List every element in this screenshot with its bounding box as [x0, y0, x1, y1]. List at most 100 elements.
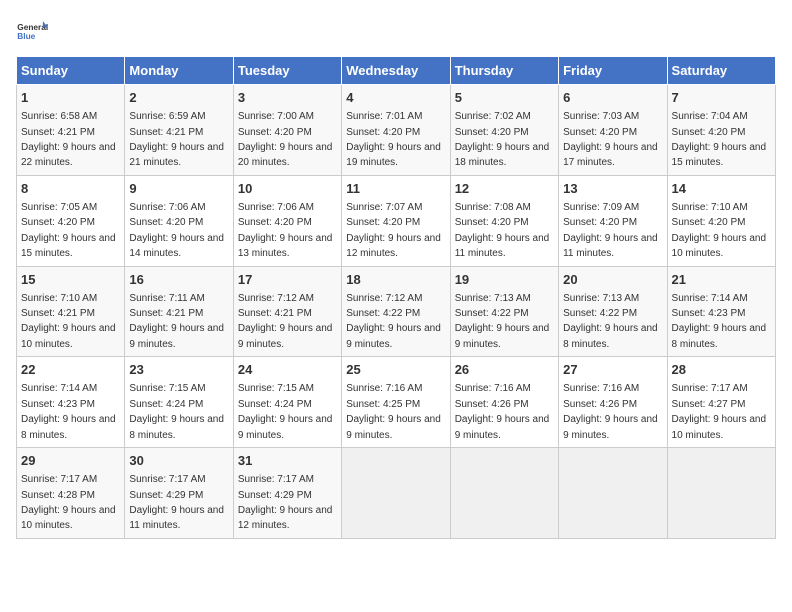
day-number: 30 — [129, 452, 228, 470]
logo-icon: General Blue — [16, 16, 48, 48]
week-row-1: 1 Sunrise: 6:58 AMSunset: 4:21 PMDayligh… — [17, 85, 776, 176]
day-info: Sunrise: 7:16 AMSunset: 4:25 PMDaylight:… — [346, 383, 441, 440]
day-info: Sunrise: 7:09 AMSunset: 4:20 PMDaylight:… — [563, 202, 658, 259]
day-number: 15 — [21, 271, 120, 289]
day-info: Sunrise: 7:10 AMSunset: 4:21 PMDaylight:… — [21, 293, 116, 350]
day-cell: 30 Sunrise: 7:17 AMSunset: 4:29 PMDaylig… — [125, 448, 233, 539]
day-info: Sunrise: 7:06 AMSunset: 4:20 PMDaylight:… — [129, 202, 224, 259]
day-info: Sunrise: 7:17 AMSunset: 4:28 PMDaylight:… — [21, 474, 116, 531]
day-cell: 9 Sunrise: 7:06 AMSunset: 4:20 PMDayligh… — [125, 175, 233, 266]
day-cell: 19 Sunrise: 7:13 AMSunset: 4:22 PMDaylig… — [450, 266, 558, 357]
day-cell: 13 Sunrise: 7:09 AMSunset: 4:20 PMDaylig… — [559, 175, 667, 266]
day-cell: 31 Sunrise: 7:17 AMSunset: 4:29 PMDaylig… — [233, 448, 341, 539]
day-info: Sunrise: 7:11 AMSunset: 4:21 PMDaylight:… — [129, 293, 224, 350]
day-number: 5 — [455, 89, 554, 107]
day-number: 1 — [21, 89, 120, 107]
day-header-sunday: Sunday — [17, 57, 125, 85]
day-info: Sunrise: 7:13 AMSunset: 4:22 PMDaylight:… — [455, 293, 550, 350]
day-number: 27 — [563, 361, 662, 379]
day-cell: 11 Sunrise: 7:07 AMSunset: 4:20 PMDaylig… — [342, 175, 450, 266]
day-number: 2 — [129, 89, 228, 107]
day-cell: 1 Sunrise: 6:58 AMSunset: 4:21 PMDayligh… — [17, 85, 125, 176]
day-cell: 6 Sunrise: 7:03 AMSunset: 4:20 PMDayligh… — [559, 85, 667, 176]
day-cell: 16 Sunrise: 7:11 AMSunset: 4:21 PMDaylig… — [125, 266, 233, 357]
day-info: Sunrise: 7:10 AMSunset: 4:20 PMDaylight:… — [672, 202, 767, 259]
day-number: 17 — [238, 271, 337, 289]
day-cell: 17 Sunrise: 7:12 AMSunset: 4:21 PMDaylig… — [233, 266, 341, 357]
day-cell: 2 Sunrise: 6:59 AMSunset: 4:21 PMDayligh… — [125, 85, 233, 176]
week-row-4: 22 Sunrise: 7:14 AMSunset: 4:23 PMDaylig… — [17, 357, 776, 448]
day-number: 10 — [238, 180, 337, 198]
day-number: 23 — [129, 361, 228, 379]
day-cell: 24 Sunrise: 7:15 AMSunset: 4:24 PMDaylig… — [233, 357, 341, 448]
day-cell — [450, 448, 558, 539]
week-row-2: 8 Sunrise: 7:05 AMSunset: 4:20 PMDayligh… — [17, 175, 776, 266]
day-info: Sunrise: 7:16 AMSunset: 4:26 PMDaylight:… — [563, 383, 658, 440]
day-info: Sunrise: 7:14 AMSunset: 4:23 PMDaylight:… — [21, 383, 116, 440]
day-cell — [559, 448, 667, 539]
logo: General Blue — [16, 16, 48, 48]
day-info: Sunrise: 7:16 AMSunset: 4:26 PMDaylight:… — [455, 383, 550, 440]
day-cell: 29 Sunrise: 7:17 AMSunset: 4:28 PMDaylig… — [17, 448, 125, 539]
day-info: Sunrise: 7:12 AMSunset: 4:21 PMDaylight:… — [238, 293, 333, 350]
day-cell: 27 Sunrise: 7:16 AMSunset: 4:26 PMDaylig… — [559, 357, 667, 448]
day-info: Sunrise: 7:03 AMSunset: 4:20 PMDaylight:… — [563, 111, 658, 168]
day-info: Sunrise: 7:17 AMSunset: 4:27 PMDaylight:… — [672, 383, 767, 440]
day-cell: 26 Sunrise: 7:16 AMSunset: 4:26 PMDaylig… — [450, 357, 558, 448]
day-cell: 14 Sunrise: 7:10 AMSunset: 4:20 PMDaylig… — [667, 175, 775, 266]
day-cell — [667, 448, 775, 539]
day-cell: 8 Sunrise: 7:05 AMSunset: 4:20 PMDayligh… — [17, 175, 125, 266]
day-number: 22 — [21, 361, 120, 379]
day-header-wednesday: Wednesday — [342, 57, 450, 85]
day-cell: 22 Sunrise: 7:14 AMSunset: 4:23 PMDaylig… — [17, 357, 125, 448]
calendar-header-row: SundayMondayTuesdayWednesdayThursdayFrid… — [17, 57, 776, 85]
day-info: Sunrise: 7:01 AMSunset: 4:20 PMDaylight:… — [346, 111, 441, 168]
day-number: 24 — [238, 361, 337, 379]
day-info: Sunrise: 7:12 AMSunset: 4:22 PMDaylight:… — [346, 293, 441, 350]
day-number: 7 — [672, 89, 771, 107]
day-number: 19 — [455, 271, 554, 289]
day-info: Sunrise: 7:00 AMSunset: 4:20 PMDaylight:… — [238, 111, 333, 168]
day-info: Sunrise: 7:07 AMSunset: 4:20 PMDaylight:… — [346, 202, 441, 259]
day-info: Sunrise: 6:59 AMSunset: 4:21 PMDaylight:… — [129, 111, 224, 168]
day-cell — [342, 448, 450, 539]
day-number: 11 — [346, 180, 445, 198]
day-number: 25 — [346, 361, 445, 379]
day-cell: 28 Sunrise: 7:17 AMSunset: 4:27 PMDaylig… — [667, 357, 775, 448]
day-info: Sunrise: 7:02 AMSunset: 4:20 PMDaylight:… — [455, 111, 550, 168]
day-number: 20 — [563, 271, 662, 289]
day-number: 29 — [21, 452, 120, 470]
day-info: Sunrise: 7:06 AMSunset: 4:20 PMDaylight:… — [238, 202, 333, 259]
day-number: 13 — [563, 180, 662, 198]
day-number: 6 — [563, 89, 662, 107]
day-cell: 5 Sunrise: 7:02 AMSunset: 4:20 PMDayligh… — [450, 85, 558, 176]
day-cell: 23 Sunrise: 7:15 AMSunset: 4:24 PMDaylig… — [125, 357, 233, 448]
day-cell: 25 Sunrise: 7:16 AMSunset: 4:25 PMDaylig… — [342, 357, 450, 448]
svg-text:Blue: Blue — [17, 31, 35, 41]
day-number: 12 — [455, 180, 554, 198]
day-info: Sunrise: 7:05 AMSunset: 4:20 PMDaylight:… — [21, 202, 116, 259]
day-header-thursday: Thursday — [450, 57, 558, 85]
day-number: 21 — [672, 271, 771, 289]
day-number: 14 — [672, 180, 771, 198]
day-cell: 18 Sunrise: 7:12 AMSunset: 4:22 PMDaylig… — [342, 266, 450, 357]
week-row-3: 15 Sunrise: 7:10 AMSunset: 4:21 PMDaylig… — [17, 266, 776, 357]
day-info: Sunrise: 7:15 AMSunset: 4:24 PMDaylight:… — [129, 383, 224, 440]
day-number: 26 — [455, 361, 554, 379]
day-header-friday: Friday — [559, 57, 667, 85]
day-info: Sunrise: 7:04 AMSunset: 4:20 PMDaylight:… — [672, 111, 767, 168]
page-header: General Blue — [16, 16, 776, 48]
day-cell: 20 Sunrise: 7:13 AMSunset: 4:22 PMDaylig… — [559, 266, 667, 357]
day-cell: 12 Sunrise: 7:08 AMSunset: 4:20 PMDaylig… — [450, 175, 558, 266]
day-cell: 10 Sunrise: 7:06 AMSunset: 4:20 PMDaylig… — [233, 175, 341, 266]
day-info: Sunrise: 7:17 AMSunset: 4:29 PMDaylight:… — [129, 474, 224, 531]
day-info: Sunrise: 7:14 AMSunset: 4:23 PMDaylight:… — [672, 293, 767, 350]
day-cell: 21 Sunrise: 7:14 AMSunset: 4:23 PMDaylig… — [667, 266, 775, 357]
day-number: 4 — [346, 89, 445, 107]
day-number: 18 — [346, 271, 445, 289]
day-cell: 3 Sunrise: 7:00 AMSunset: 4:20 PMDayligh… — [233, 85, 341, 176]
day-header-saturday: Saturday — [667, 57, 775, 85]
day-header-monday: Monday — [125, 57, 233, 85]
day-number: 31 — [238, 452, 337, 470]
day-cell: 4 Sunrise: 7:01 AMSunset: 4:20 PMDayligh… — [342, 85, 450, 176]
